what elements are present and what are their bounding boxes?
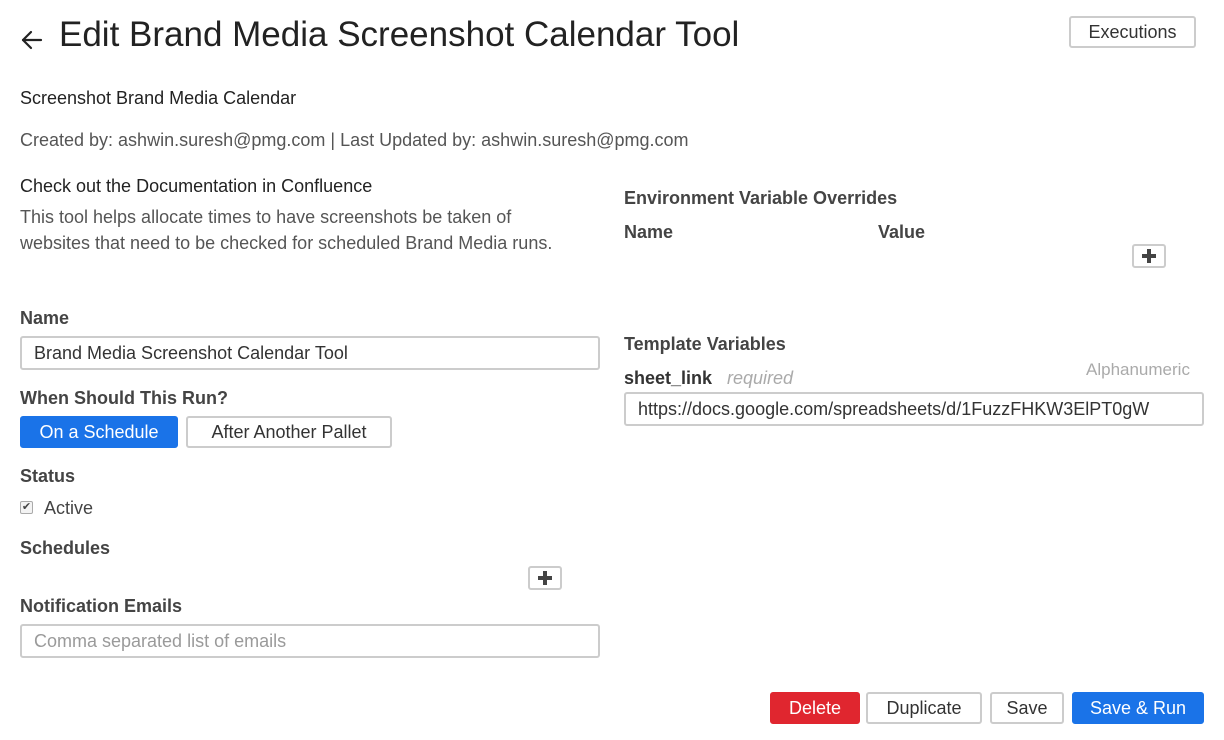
tool-description: This tool helps allocate times to have s…	[20, 207, 553, 253]
notification-emails-input[interactable]	[20, 624, 600, 658]
active-checkbox[interactable]: ✔	[20, 501, 33, 514]
documentation-link[interactable]: Check out the Documentation in Confluenc…	[20, 176, 372, 197]
back-arrow-icon[interactable]	[18, 26, 46, 54]
env-name-column-header: Name	[624, 222, 674, 242]
status-label: Status	[20, 466, 76, 486]
pallet-subtitle: Screenshot Brand Media Calendar	[20, 88, 297, 108]
add-env-override-button[interactable]	[1132, 244, 1166, 268]
executions-button[interactable]: Executions	[1069, 16, 1196, 48]
env-overrides-title: Environment Variable Overrides	[624, 188, 898, 208]
run-trigger-label: When Should This Run?	[20, 388, 228, 408]
plus-icon	[1142, 249, 1156, 263]
duplicate-button[interactable]: Duplicate	[866, 692, 982, 724]
required-hint: required	[727, 368, 794, 388]
sheet-link-input[interactable]	[624, 392, 1204, 426]
template-variable-name: sheet_link	[624, 368, 713, 388]
schedules-label: Schedules	[20, 538, 111, 558]
env-value-column-header: Value	[878, 222, 926, 242]
add-schedule-button[interactable]	[528, 566, 562, 590]
on-a-schedule-button[interactable]: On a Schedule	[20, 416, 178, 448]
active-label: Active	[44, 498, 94, 518]
name-label: Name	[20, 308, 70, 328]
variable-type-hint: Alphanumeric	[1086, 360, 1190, 379]
delete-button[interactable]: Delete	[770, 692, 860, 724]
name-input[interactable]	[20, 336, 600, 370]
created-updated-meta: Created by: ashwin.suresh@pmg.com | Last…	[20, 130, 689, 150]
save-and-run-button[interactable]: Save & Run	[1072, 692, 1204, 724]
notification-emails-label: Notification Emails	[20, 596, 183, 616]
page-title: Edit Brand Media Screenshot Calendar Too…	[59, 15, 740, 54]
after-another-pallet-button[interactable]: After Another Pallet	[186, 416, 392, 448]
checkmark-icon: ✔	[21, 501, 32, 513]
template-variables-title: Template Variables	[624, 334, 786, 354]
plus-icon	[538, 571, 552, 585]
save-button[interactable]: Save	[990, 692, 1064, 724]
